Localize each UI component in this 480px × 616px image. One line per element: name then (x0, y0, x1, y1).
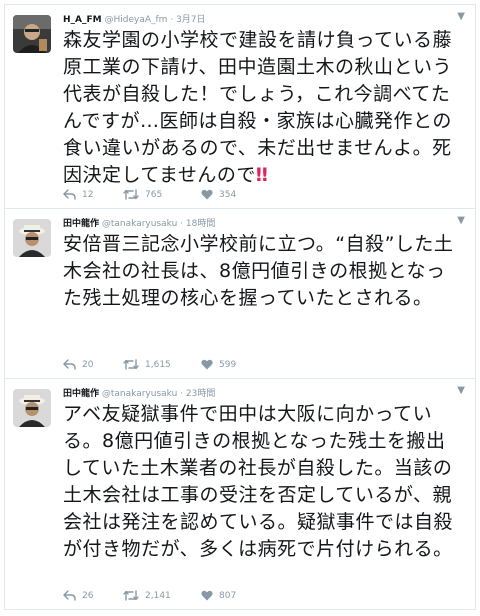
reply-icon (63, 590, 76, 601)
heart-icon (201, 590, 213, 601)
like-button[interactable]: 599 (201, 359, 261, 370)
separator: · (180, 389, 184, 399)
retweet-button[interactable]: 1,615 (123, 359, 201, 370)
retweet-count: 2,141 (145, 590, 171, 601)
like-count: 354 (219, 189, 237, 200)
tweet-header: 田中龍作 @tanakaryusaku · 18時間 (63, 217, 445, 231)
chevron-down-icon[interactable]: ▼ (457, 11, 465, 22)
avatar[interactable] (13, 15, 51, 53)
tweet-header: H_A_FM @HideyaA_fm · 3月7日 (63, 13, 445, 27)
retweet-button[interactable]: 2,141 (123, 590, 201, 601)
like-count: 807 (219, 590, 237, 601)
tweet-actions: 20 1,615 599 (63, 359, 261, 370)
tweet-text: 安倍晋三記念小学校前に立つ。“自殺”した土木会社の社長は、8億円値引きの根拠とな… (63, 231, 463, 312)
display-name[interactable]: H_A_FM (63, 15, 102, 25)
separator: · (180, 219, 184, 229)
reply-count: 26 (82, 590, 94, 601)
avatar-image (13, 15, 51, 53)
chevron-down-icon[interactable]: ▼ (457, 215, 465, 226)
tweet[interactable]: 田中龍作 @tanakaryusaku · 18時間 ▼ 安倍晋三記念小学校前に… (4, 209, 476, 379)
retweet-button[interactable]: 765 (123, 189, 201, 200)
tweet-actions: 26 2,141 807 (63, 590, 261, 601)
like-button[interactable]: 807 (201, 590, 261, 601)
avatar[interactable] (13, 389, 51, 427)
user-handle[interactable]: @HideyaA_fm (104, 15, 167, 25)
reply-button[interactable]: 26 (63, 590, 123, 601)
avatar-image (13, 219, 51, 257)
tweet-actions: 12 765 354 (63, 189, 261, 200)
user-handle[interactable]: @tanakaryusaku (102, 219, 177, 229)
display-name[interactable]: 田中龍作 (63, 219, 99, 229)
tweet-header: 田中龍作 @tanakaryusaku · 23時間 (63, 387, 445, 401)
reply-count: 20 (82, 359, 94, 370)
tweet-text: 森友学園の小学校で建設を請け負っている藤原工業の下請け、田中造園土木の秋山という… (63, 27, 463, 189)
tweet-text-content: アベ友疑獄事件で田中は大阪に向かっている。8億円値引きの根拠となった残土を搬出し… (63, 403, 454, 560)
tweet-text-content: 森友学園の小学校で建設を請け負っている藤原工業の下請け、田中造園土木の秋山という… (63, 29, 453, 186)
retweet-icon (123, 590, 139, 601)
user-handle[interactable]: @tanakaryusaku (102, 389, 177, 399)
retweet-icon (123, 359, 139, 370)
reply-button[interactable]: 20 (63, 359, 123, 370)
display-name[interactable]: 田中龍作 (63, 389, 99, 399)
tweet[interactable]: 田中龍作 @tanakaryusaku · 23時間 ▼ アベ友疑獄事件で田中は… (4, 379, 476, 610)
avatar[interactable] (13, 219, 51, 257)
like-count: 599 (219, 359, 237, 370)
retweet-count: 1,615 (145, 359, 171, 370)
tweet-text-content: 安倍晋三記念小学校前に立つ。“自殺”した土木会社の社長は、8億円値引きの根拠とな… (63, 233, 454, 309)
avatar-image (13, 389, 51, 427)
timestamp[interactable]: 23時間 (186, 389, 215, 399)
reply-icon (63, 359, 76, 370)
timestamp[interactable]: 3月7日 (176, 15, 205, 25)
retweet-count: 765 (145, 189, 163, 200)
tweet-text: アベ友疑獄事件で田中は大阪に向かっている。8億円値引きの根拠となった残土を搬出し… (63, 401, 463, 563)
separator: · (170, 15, 174, 25)
timestamp[interactable]: 18時間 (186, 219, 215, 229)
retweet-icon (123, 189, 139, 200)
chevron-down-icon[interactable]: ▼ (457, 385, 465, 396)
heart-icon (201, 359, 213, 370)
tweet[interactable]: H_A_FM @HideyaA_fm · 3月7日 ▼ 森友学園の小学校で建設を… (4, 4, 476, 209)
heart-icon (201, 189, 213, 200)
reply-icon (63, 189, 76, 200)
reply-button[interactable]: 12 (63, 189, 123, 200)
exclamation-emoji: ‼ (255, 164, 269, 186)
reply-count: 12 (82, 189, 94, 200)
like-button[interactable]: 354 (201, 189, 261, 200)
